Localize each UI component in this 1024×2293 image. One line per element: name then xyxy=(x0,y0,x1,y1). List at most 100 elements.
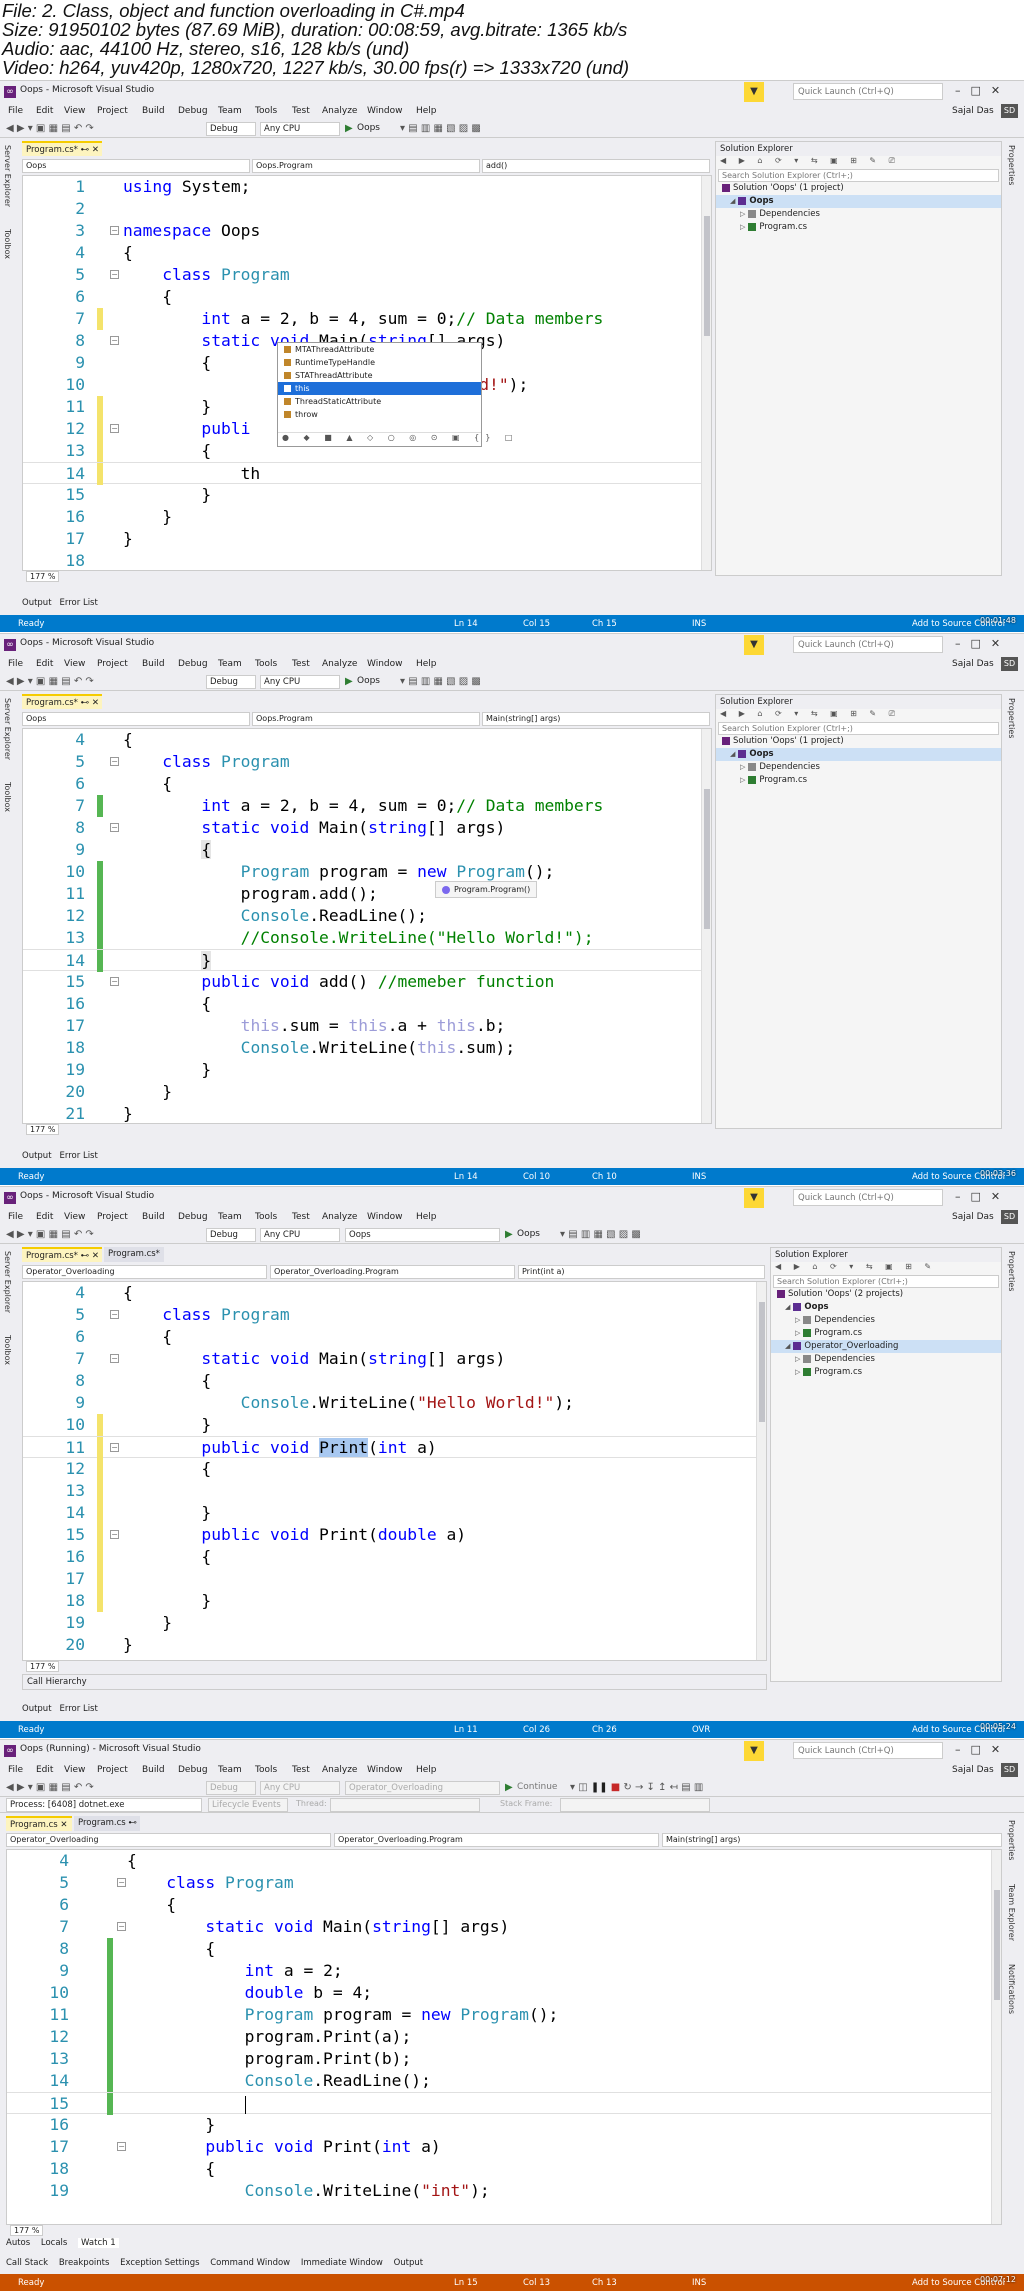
continue-button[interactable]: Continue xyxy=(517,1782,557,1792)
output-tab[interactable]: Output xyxy=(22,598,52,608)
filter-icon[interactable]: ▼ xyxy=(744,82,764,102)
member-dropdown[interactable]: Print(int a) xyxy=(518,1265,765,1279)
fold-icon[interactable]: − xyxy=(117,2142,126,2151)
completion-item[interactable]: RuntimeTypeHandle xyxy=(278,356,481,369)
nav-back-icon[interactable]: ◀ ▶ ▾ ▣ ▦ ▤ ↶ ↷ xyxy=(6,123,94,134)
maximize-icon[interactable]: □ xyxy=(971,84,991,97)
solution-node[interactable]: Solution 'Oops' (1 project) xyxy=(716,735,1001,748)
menu-build[interactable]: Build xyxy=(142,659,165,669)
dependencies-node[interactable]: ▷ Dependencies xyxy=(771,1314,1001,1327)
completion-item[interactable]: throw xyxy=(278,408,481,421)
team-explorer-tab[interactable]: Team Explorer xyxy=(1007,1884,1016,1941)
fold-icon[interactable]: − xyxy=(110,1530,119,1539)
properties-tab[interactable]: Properties xyxy=(1007,1820,1016,1860)
fold-icon[interactable]: − xyxy=(110,977,119,986)
project-dropdown[interactable]: Oops xyxy=(22,159,250,173)
menu-window[interactable]: Window xyxy=(367,1212,403,1222)
zoom-level[interactable]: 177 % xyxy=(22,1124,60,1136)
project-dropdown[interactable]: Operator_Overloading xyxy=(22,1265,267,1279)
maximize-icon[interactable]: □ xyxy=(971,637,991,650)
breakpoints-tab[interactable]: Breakpoints xyxy=(59,2258,110,2268)
fold-icon[interactable]: − xyxy=(110,424,119,433)
code-editor[interactable]: 4{ 5− class Program 6 { 7 int a = 2, b =… xyxy=(22,728,712,1124)
properties-tab[interactable]: Properties xyxy=(1007,1251,1016,1291)
menu-help[interactable]: Help xyxy=(416,106,437,116)
platform-select[interactable]: Any CPU xyxy=(260,1228,340,1242)
menu-build[interactable]: Build xyxy=(142,1765,165,1775)
server-explorer-tab[interactable]: Server Explorer xyxy=(3,145,12,207)
menu-analyze[interactable]: Analyze xyxy=(322,1212,357,1222)
close-icon[interactable]: ✕ xyxy=(60,1820,67,1830)
output-tab[interactable]: Output xyxy=(22,1704,52,1714)
tab-program-cs-2[interactable]: Program.cs ⊷ xyxy=(74,1816,140,1831)
close-icon[interactable]: ✕ xyxy=(991,1743,1010,1756)
user-name[interactable]: Sajal Das xyxy=(952,1765,994,1775)
vertical-scrollbar[interactable] xyxy=(991,1850,1001,2224)
menu-build[interactable]: Build xyxy=(142,1212,165,1222)
menu-test[interactable]: Test xyxy=(292,106,310,116)
config-select[interactable]: Debug xyxy=(206,1228,256,1242)
restart-icon[interactable]: ↻ xyxy=(623,1782,631,1793)
menu-project[interactable]: Project xyxy=(97,106,128,116)
type-dropdown[interactable]: Oops.Program xyxy=(252,712,480,726)
nav-back-icon[interactable]: ◀ ▶ ▾ ▣ ▦ ▤ ↶ ↷ xyxy=(6,1229,94,1240)
dependencies-node[interactable]: ▷ Dependencies xyxy=(716,208,1001,221)
error-list-tab[interactable]: Error List xyxy=(60,598,98,608)
menu-window[interactable]: Window xyxy=(367,1765,403,1775)
file-node[interactable]: ▷ Program.cs xyxy=(771,1327,1001,1340)
config-select[interactable]: Debug xyxy=(206,675,256,689)
vertical-scrollbar[interactable] xyxy=(701,729,711,1123)
menu-test[interactable]: Test xyxy=(292,1765,310,1775)
zoom-level[interactable]: 177 % xyxy=(22,571,60,583)
project-node[interactable]: ◢ Oops xyxy=(716,748,1001,761)
call-hierarchy-panel[interactable]: Call Hierarchy xyxy=(22,1674,767,1690)
menu-analyze[interactable]: Analyze xyxy=(322,106,357,116)
user-name[interactable]: Sajal Das xyxy=(952,659,994,669)
menu-debug[interactable]: Debug xyxy=(178,1212,208,1222)
se-toolbar[interactable]: ◀ ▶ ⌂ ⟳ ▾ ⇆ ▣ ⊞ ✎ ⎚ xyxy=(716,156,1001,169)
menu-edit[interactable]: Edit xyxy=(36,1212,53,1222)
lifecycle-events[interactable]: Lifecycle Events xyxy=(208,1798,288,1812)
menu-tools[interactable]: Tools xyxy=(255,659,277,669)
quick-launch-input[interactable]: Quick Launch (Ctrl+Q) xyxy=(793,83,943,100)
thread-select[interactable] xyxy=(330,1798,480,1812)
close-icon[interactable]: ✕ xyxy=(92,145,99,155)
menu-view[interactable]: View xyxy=(64,659,85,669)
locals-tab[interactable]: Locals xyxy=(41,2238,67,2248)
tab-program-cs[interactable]: Program.cs* ⊷ ✕ xyxy=(22,1247,102,1262)
completion-item-selected[interactable]: this xyxy=(278,382,481,395)
menu-edit[interactable]: Edit xyxy=(36,106,53,116)
file-node[interactable]: ▷ Program.cs xyxy=(771,1366,1001,1379)
menu-analyze[interactable]: Analyze xyxy=(322,1765,357,1775)
output-tab[interactable]: Output xyxy=(394,2258,424,2268)
process-select[interactable]: Process: [6408] dotnet.exe xyxy=(6,1798,202,1812)
menu-file[interactable]: File xyxy=(8,106,23,116)
nav-back-icon[interactable]: ◀ ▶ ▾ ▣ ▦ ▤ ↶ ↷ xyxy=(6,1782,94,1793)
project-node[interactable]: ◢ Oops xyxy=(716,195,1001,208)
error-list-tab[interactable]: Error List xyxy=(60,1151,98,1161)
properties-tab[interactable]: Properties xyxy=(1007,698,1016,738)
fold-icon[interactable]: − xyxy=(110,823,119,832)
menu-test[interactable]: Test xyxy=(292,1212,310,1222)
toolbar-icons[interactable]: ▾ ▤ ▥ ▦ ▧ ▨ ▩ xyxy=(400,676,481,687)
error-list-tab[interactable]: Error List xyxy=(60,1704,98,1714)
completion-filter-icons[interactable]: ● ◆ ■ ▲ ◇ ○ ◎ ⊙ ▣ {} □ xyxy=(278,432,512,446)
menu-debug[interactable]: Debug xyxy=(178,1765,208,1775)
command-window-tab[interactable]: Command Window xyxy=(210,2258,290,2268)
startup-project-select[interactable]: Oops xyxy=(345,1228,500,1242)
toolbar-icons[interactable]: ▾ ▤ ▥ ▦ ▧ ▨ ▩ xyxy=(400,123,481,134)
dependencies-node[interactable]: ▷ Dependencies xyxy=(771,1353,1001,1366)
project-node-operator-overloading[interactable]: ◢ Operator_Overloading xyxy=(771,1340,1001,1353)
menu-file[interactable]: File xyxy=(8,1212,23,1222)
se-search-input[interactable]: Search Solution Explorer (Ctrl+;) xyxy=(773,1275,999,1288)
member-dropdown[interactable]: add() xyxy=(482,159,710,173)
file-node[interactable]: ▷ Program.cs xyxy=(716,774,1001,787)
server-explorer-tab[interactable]: Server Explorer xyxy=(3,1251,12,1313)
window-controls[interactable]: –□✕ xyxy=(955,1743,1010,1756)
user-name[interactable]: Sajal Das xyxy=(952,1212,994,1222)
fold-icon[interactable]: − xyxy=(117,1878,126,1887)
menu-team[interactable]: Team xyxy=(218,1212,242,1222)
avatar[interactable]: SD xyxy=(1001,104,1018,118)
filter-icon[interactable]: ▼ xyxy=(744,1741,764,1761)
project-node[interactable]: ◢ Oops xyxy=(771,1301,1001,1314)
